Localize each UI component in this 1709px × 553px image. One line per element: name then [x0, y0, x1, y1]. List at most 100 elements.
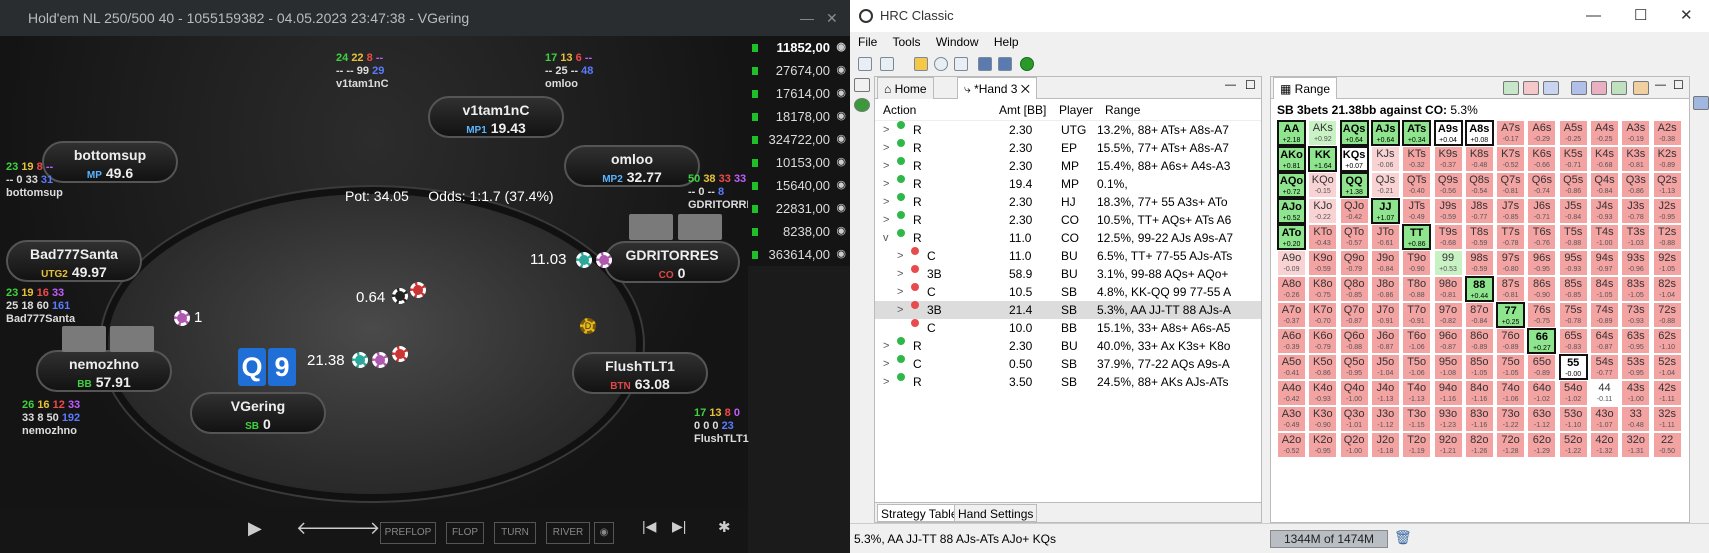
expand-icon[interactable]: >	[883, 355, 889, 373]
range-cell[interactable]: J6s -0.71	[1527, 198, 1557, 224]
range-cell[interactable]: QTo -0.57	[1339, 224, 1369, 250]
layout-icon[interactable]	[1633, 81, 1649, 95]
col-amt[interactable]: Amt [BB]	[999, 99, 1046, 121]
range-cell[interactable]: 84o -1.16	[1464, 380, 1494, 406]
trash-icon[interactable]: 🗑	[1394, 529, 1412, 546]
range-cell[interactable]: QJs -0.21	[1370, 172, 1400, 198]
range-cell[interactable]: ATo +0.20	[1277, 224, 1306, 250]
hud-omloo[interactable]: 17 13 6 -- -- 25 -- 48 omloo	[545, 52, 593, 91]
range-cell[interactable]: J9o -0.84	[1370, 250, 1400, 276]
layout-icon[interactable]	[1611, 81, 1627, 95]
expand-icon[interactable]: >	[897, 283, 903, 301]
range-cell[interactable]: A2s -0.38	[1652, 120, 1682, 146]
range-cell[interactable]: K5s -0.71	[1558, 146, 1588, 172]
range-cell[interactable]: J2s -0.95	[1652, 198, 1682, 224]
range-cell[interactable]: Q8s -0.54	[1464, 172, 1494, 198]
panel-icon[interactable]	[1693, 96, 1709, 110]
menu-help[interactable]: Help	[994, 35, 1019, 49]
hud-bottomsup[interactable]: 23 19 8 -- -- 0 33 31 bottomsup	[6, 161, 63, 200]
action-row[interactable]: > C 11.0 BU 6.5%, TT+ 77-55 AJs-ATs	[875, 247, 1261, 265]
action-row[interactable]: > R 2.30 CO 10.5%, TT+ AQs+ ATs A6	[875, 211, 1261, 229]
range-cell[interactable]: 22 -0.50	[1652, 432, 1682, 458]
range-cell[interactable]: 97s -0.80	[1496, 250, 1526, 276]
range-cell[interactable]: T4s -1.00	[1590, 224, 1619, 250]
action-row[interactable]: > R 2.30 EP 15.5%, 77+ ATs+ A8s-A7	[875, 139, 1261, 157]
range-cell[interactable]: J7o -0.91	[1370, 302, 1400, 328]
preflop-button[interactable]: PREFLOP	[380, 522, 436, 544]
view-mode-icon[interactable]	[1523, 81, 1539, 95]
range-cell[interactable]: AJs +0.64	[1370, 120, 1400, 146]
range-cell[interactable]: A7s -0.17	[1496, 120, 1526, 146]
expand-icon[interactable]: v	[883, 229, 889, 247]
stack-row[interactable]: 8238,00 ◉	[748, 220, 850, 243]
range-cell[interactable]: 62s -1.10	[1652, 328, 1682, 354]
hud-v1tam1nC[interactable]: 24 22 8 -- -- -- 99 29 v1tam1nC	[336, 52, 389, 91]
range-cell[interactable]: A8o -0.26	[1277, 276, 1306, 302]
range-cell[interactable]: QTs -0.40	[1402, 172, 1432, 198]
range-cell[interactable]: J8s -0.77	[1464, 198, 1494, 224]
range-cell[interactable]: 93o -1.23	[1433, 406, 1463, 432]
range-cell[interactable]: Q6s -0.74	[1527, 172, 1557, 198]
range-cell[interactable]: ATs +0.34	[1402, 120, 1432, 146]
expand-icon[interactable]: >	[897, 265, 903, 283]
range-cell[interactable]: 52o -1.22	[1558, 432, 1588, 458]
range-cell[interactable]: 43s -1.00	[1621, 380, 1651, 406]
range-cell[interactable]: Q6o -0.88	[1339, 328, 1369, 354]
range-cell[interactable]: JTs -0.49	[1402, 198, 1432, 224]
minimize-icon[interactable]: —	[1655, 79, 1666, 91]
range-cell[interactable]: 76o -0.89	[1496, 328, 1526, 354]
eye-icon[interactable]: ◉	[836, 128, 846, 151]
tab-home[interactable]: ⌂ Home	[877, 77, 934, 99]
range-cell[interactable]: KTo -0.43	[1308, 224, 1338, 250]
seat-v1tam1nC[interactable]: v1tam1nC MP1 19.43	[428, 96, 564, 138]
eye-icon[interactable]: ◉	[836, 220, 846, 243]
range-cell[interactable]: 52s -1.04	[1652, 354, 1682, 380]
range-cell[interactable]: K6o -0.79	[1308, 328, 1338, 354]
save-all-icon[interactable]	[998, 57, 1012, 71]
stack-row[interactable]: 27674,00 ◉	[748, 59, 850, 82]
range-cell[interactable]: 64s -0.87	[1590, 328, 1619, 354]
action-row[interactable]: > R 2.30 HJ 18.3%, 77+ 55 A3s+ ATo	[875, 193, 1261, 211]
expand-icon[interactable]: >	[883, 337, 889, 355]
range-cell[interactable]: J6o -0.87	[1370, 328, 1400, 354]
close-button[interactable]: ✕	[1680, 0, 1693, 32]
layout-icon[interactable]	[1591, 81, 1607, 95]
action-row[interactable]: C 10.0 BB 15.1%, 33+ A8s+ A6s-A5	[875, 319, 1261, 337]
range-cell[interactable]: J9s -0.59	[1433, 198, 1463, 224]
range-cell[interactable]: 53o -1.10	[1558, 406, 1588, 432]
action-row[interactable]: > R 2.30 MP 15.4%, 88+ A6s+ A4s-A3	[875, 157, 1261, 175]
range-cell[interactable]: 96s -0.95	[1527, 250, 1557, 276]
range-cell[interactable]: 73s -0.93	[1621, 302, 1651, 328]
range-cell[interactable]: 44 -0.11	[1590, 380, 1619, 406]
range-cell[interactable]: AA +2.18	[1277, 120, 1306, 146]
range-cell[interactable]: T2s -0.88	[1652, 224, 1682, 250]
range-cell[interactable]: T9s -0.68	[1433, 224, 1463, 250]
maximize-icon[interactable]: ☐	[1673, 78, 1684, 92]
eye-icon[interactable]: ◉	[836, 36, 846, 59]
action-row[interactable]: >3B 21.4 SB 5.3%, AA JJ-TT 88 AJs-A	[875, 301, 1261, 319]
range-cell[interactable]: AQs +0.64	[1339, 120, 1369, 146]
action-row[interactable]: > C 10.5 SB 4.8%, KK-QQ 99 77-55 A	[875, 283, 1261, 301]
range-cell[interactable]: 87s -0.81	[1496, 276, 1526, 302]
view-mode-icon[interactable]	[1543, 81, 1559, 95]
open-folder-icon[interactable]	[914, 57, 928, 71]
range-cell[interactable]: Q5s -0.86	[1558, 172, 1588, 198]
range-cell[interactable]: TT +0.86	[1402, 224, 1432, 250]
range-cell[interactable]: 82o -1.26	[1464, 432, 1494, 458]
stack-row[interactable]: 363614,00 ◉	[748, 243, 850, 266]
range-cell[interactable]: A6o -0.39	[1277, 328, 1306, 354]
range-cell[interactable]: 33 -0.48	[1621, 406, 1651, 432]
view-mode-icon[interactable]	[1503, 81, 1519, 95]
range-cell[interactable]: AKs +0.92	[1308, 120, 1338, 146]
range-cell[interactable]: 99 +0.53	[1433, 250, 1463, 276]
range-cell[interactable]: 32s -1.11	[1652, 406, 1682, 432]
search-icon[interactable]	[934, 57, 948, 71]
range-cell[interactable]: T3s -1.03	[1621, 224, 1651, 250]
action-row[interactable]: v R 11.0 CO 12.5%, 99-22 AJs A9s-A7	[875, 229, 1261, 247]
maximize-button[interactable]: ☐	[1634, 0, 1647, 32]
range-cell[interactable]: 95o -1.08	[1433, 354, 1463, 380]
range-cell[interactable]: T8s -0.59	[1464, 224, 1494, 250]
eye-icon[interactable]: ◉	[836, 197, 846, 220]
expand-icon[interactable]: >	[897, 247, 903, 265]
restore-icon[interactable]	[854, 78, 870, 92]
